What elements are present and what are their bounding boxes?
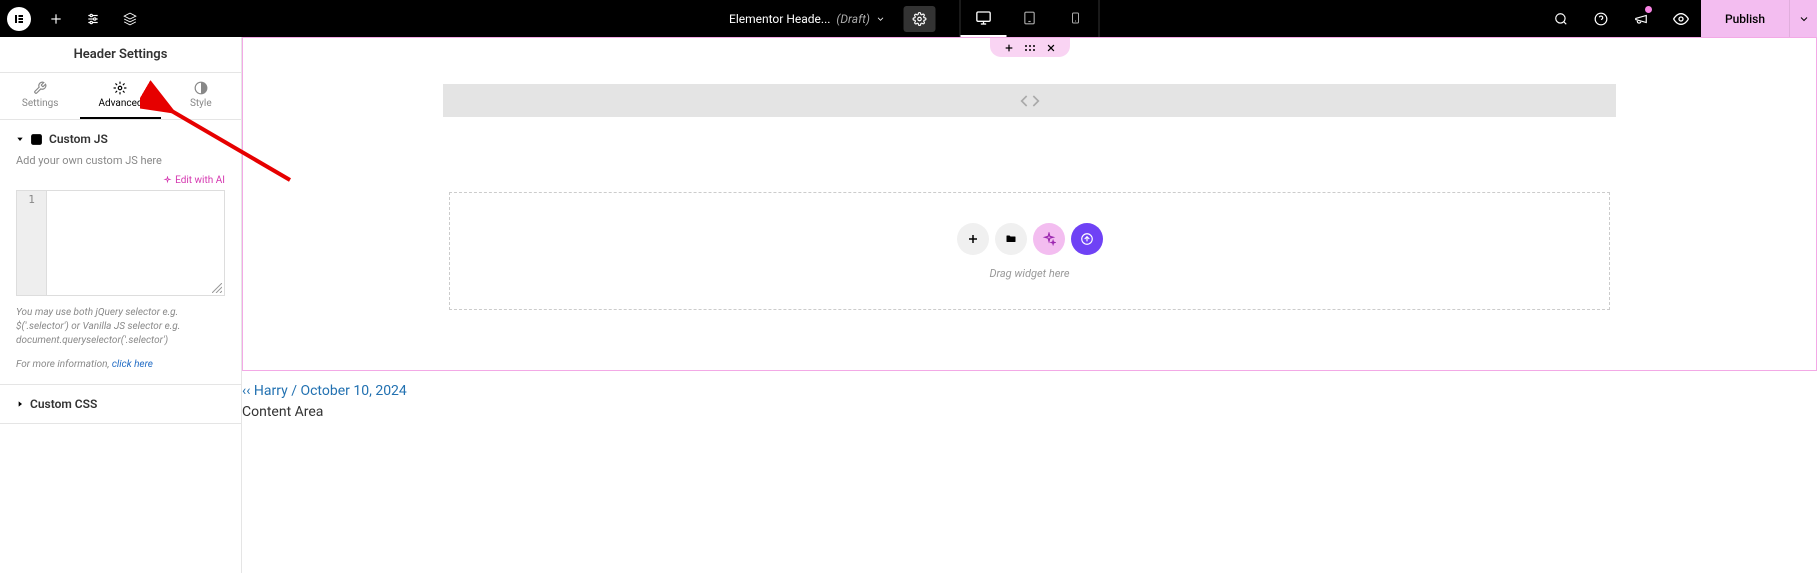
structure-button[interactable]	[111, 0, 148, 37]
section-handle	[990, 38, 1070, 57]
post-date-link[interactable]: October 10, 2024	[300, 383, 406, 399]
resize-handle-icon[interactable]	[212, 283, 222, 293]
panel-title: Header Settings	[0, 37, 241, 73]
code-icon	[1020, 91, 1040, 111]
document-name: Elementor Heade...	[729, 12, 830, 26]
custom-css-section: Custom CSS	[0, 385, 241, 424]
post-meta: ‹‹ Harry / October 10, 2024	[242, 383, 407, 399]
section-edit-button[interactable]	[1024, 43, 1036, 53]
editor-gutter: 1	[17, 191, 47, 295]
global-button[interactable]	[1071, 223, 1103, 255]
plus-icon	[967, 233, 979, 245]
top-bar: Elementor Heade... (Draft)	[0, 0, 1817, 37]
ai-button[interactable]	[1033, 223, 1065, 255]
caret-right-icon	[16, 400, 24, 408]
canvas-section[interactable]: Drag widget here	[242, 37, 1817, 371]
search-icon	[1554, 12, 1568, 26]
site-settings-button[interactable]	[74, 0, 111, 37]
custom-js-hint1: You may use both jQuery selector e.g. $(…	[16, 306, 225, 348]
folder-icon	[1005, 233, 1017, 245]
notification-dot	[1645, 6, 1652, 13]
mobile-icon	[1070, 12, 1082, 24]
chevron-down-icon	[876, 14, 886, 24]
publish-options-dropdown[interactable]	[1789, 0, 1817, 37]
publish-button[interactable]: Publish	[1701, 0, 1789, 37]
sidebar-panel: Header Settings Settings Advanced Style …	[0, 37, 242, 573]
wrench-icon	[33, 81, 47, 95]
whats-new-button[interactable]	[1621, 0, 1661, 37]
megaphone-icon	[1634, 12, 1648, 26]
device-tablet-button[interactable]	[1007, 0, 1053, 37]
contrast-icon	[194, 81, 208, 95]
html-widget-placeholder[interactable]	[443, 84, 1616, 117]
tablet-icon	[1023, 11, 1037, 25]
custom-js-content: Add your own custom JS here Edit with AI…	[16, 146, 225, 372]
document-status: (Draft)	[836, 12, 870, 26]
custom-css-header[interactable]: Custom CSS	[16, 397, 225, 411]
custom-js-help: Add your own custom JS here	[16, 154, 225, 167]
dropzone-text: Drag widget here	[989, 267, 1069, 280]
post-author-link[interactable]: Harry	[254, 383, 288, 399]
editor-canvas: Drag widget here ‹‹ Harry / October 10, …	[242, 37, 1817, 573]
help-icon	[1594, 12, 1608, 26]
template-library-button[interactable]	[995, 223, 1027, 255]
chevron-down-icon	[1798, 13, 1810, 25]
dropzone-buttons	[957, 223, 1103, 255]
content-area-label: Content Area	[242, 404, 323, 420]
add-element-button[interactable]	[37, 0, 74, 37]
custom-js-hint2: For more information, click here	[16, 358, 225, 372]
topbar-right: Publish	[1541, 0, 1817, 37]
editor-textarea[interactable]	[47, 191, 224, 295]
panel-tabs: Settings Advanced Style	[0, 73, 241, 120]
topbar-center: Elementor Heade... (Draft)	[717, 0, 1100, 37]
custom-js-section: Custom JS Add your own custom JS here Ed…	[0, 120, 241, 385]
section-add-button[interactable]	[1004, 43, 1014, 53]
desktop-icon	[976, 10, 992, 26]
page-settings-button[interactable]	[904, 6, 936, 32]
custom-js-header[interactable]: Custom JS	[16, 132, 225, 146]
tab-style[interactable]: Style	[161, 73, 241, 119]
upload-icon	[1080, 232, 1094, 246]
sparkle-icon	[163, 176, 172, 185]
section-close-button[interactable]	[1046, 43, 1056, 53]
custom-js-editor[interactable]: 1	[16, 190, 225, 296]
tab-settings[interactable]: Settings	[0, 73, 80, 119]
topbar-left	[0, 0, 148, 37]
gear-icon	[113, 81, 127, 95]
tab-advanced[interactable]: Advanced	[80, 73, 160, 119]
help-button[interactable]	[1581, 0, 1621, 37]
device-desktop-button[interactable]	[961, 0, 1007, 37]
widget-dropzone[interactable]: Drag widget here	[449, 192, 1610, 310]
gear-icon	[913, 12, 927, 26]
badge-icon	[30, 133, 43, 146]
document-title-dropdown[interactable]: Elementor Heade... (Draft)	[717, 12, 898, 26]
meta-leave-icon: ‹‹	[242, 383, 254, 399]
eye-icon	[1673, 11, 1689, 27]
preview-button[interactable]	[1661, 0, 1701, 37]
finder-search-button[interactable]	[1541, 0, 1581, 37]
add-widget-button[interactable]	[957, 223, 989, 255]
elementor-logo[interactable]	[0, 0, 37, 37]
sparkle-icon	[1042, 232, 1056, 246]
caret-down-icon	[16, 135, 24, 143]
device-mobile-button[interactable]	[1053, 0, 1099, 37]
custom-js-docs-link[interactable]: click here	[112, 359, 153, 370]
edit-with-ai-link[interactable]: Edit with AI	[16, 175, 225, 186]
responsive-device-switcher	[960, 0, 1100, 37]
